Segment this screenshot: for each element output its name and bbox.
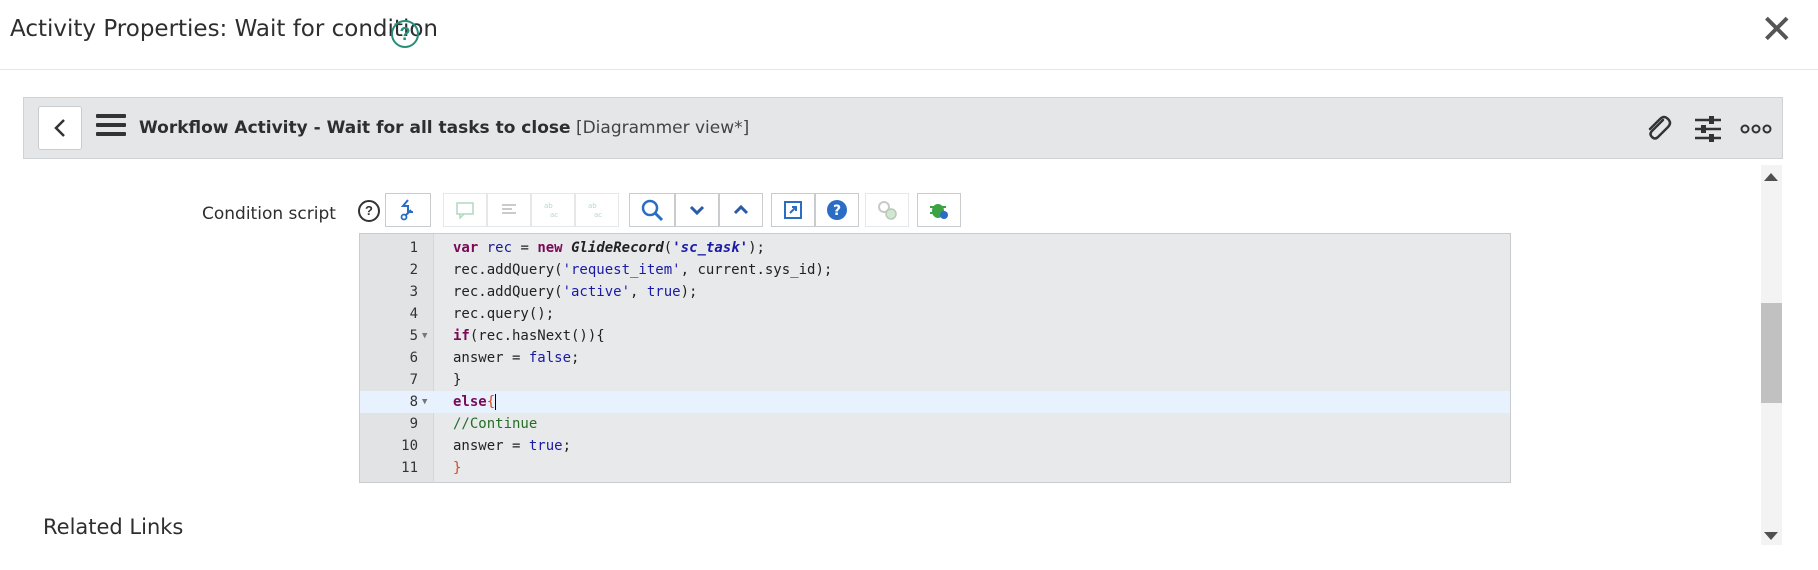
format-icon (502, 204, 516, 214)
fold-arrow-icon[interactable]: ▼ (422, 391, 427, 413)
hamburger-icon[interactable] (96, 114, 126, 142)
code-line[interactable]: 3 rec.addQuery('active', true); (360, 281, 1510, 303)
sliders-icon[interactable] (1691, 112, 1725, 146)
close-icon[interactable]: ✕ (1760, 10, 1794, 50)
svg-text:ab: ab (544, 202, 553, 210)
scroll-down-icon[interactable] (1764, 532, 1778, 540)
replace-button[interactable]: ab ac (531, 193, 575, 227)
code-line[interactable]: 6 answer = false; (360, 347, 1510, 369)
code-line[interactable]: 5 ▼ if(rec.hasNext()){ (360, 325, 1510, 347)
code-editor[interactable]: 1 var rec = new GlideRecord('sc_task'); … (359, 233, 1511, 483)
paperclip-icon[interactable] (1641, 112, 1675, 146)
code-line[interactable]: 1 var rec = new GlideRecord('sc_task'); (360, 237, 1510, 259)
back-button[interactable] (38, 106, 82, 150)
svg-text:?: ? (833, 203, 841, 219)
replace-icon: abac (544, 202, 558, 219)
text-cursor (495, 394, 497, 410)
script-debugger-button[interactable] (865, 193, 909, 227)
more-icon[interactable] (1739, 112, 1773, 146)
code-line[interactable]: 4 rec.query(); (360, 303, 1510, 325)
form-header-bar: Workflow Activity - Wait for all tasks t… (23, 97, 1783, 159)
view-label: [Diagrammer view*] (575, 118, 750, 138)
code-line[interactable]: 7 } (360, 369, 1510, 391)
expand-icon (784, 201, 802, 219)
toggle-syntax-editor-button[interactable] (385, 193, 431, 227)
code-line[interactable]: 11 } (360, 457, 1510, 479)
code-line-active[interactable]: 8 ▼ else{ (360, 391, 1510, 413)
check-syntax-button[interactable] (917, 193, 961, 227)
debug-icon (878, 201, 897, 220)
code-line[interactable]: 2 rec.addQuery('request_item', current.s… (360, 259, 1510, 281)
related-links-heading: Related Links (43, 515, 184, 539)
question-circle-icon[interactable]: ? (391, 20, 419, 48)
svg-text:ac: ac (550, 211, 558, 219)
fullscreen-button[interactable] (771, 193, 815, 227)
condition-script-label: Condition script (202, 204, 336, 224)
svg-text:ab: ab (588, 202, 597, 210)
comment-button[interactable] (443, 193, 487, 227)
code-line[interactable]: 10 answer = true; (360, 435, 1510, 457)
svg-text:ac: ac (594, 211, 602, 219)
form-title: Workflow Activity - Wait for all tasks t… (139, 118, 749, 138)
help-icon: ? (827, 200, 847, 220)
back-icon (54, 119, 65, 137)
scroll-up-icon[interactable] (1764, 173, 1778, 181)
code-line[interactable]: 9 //Continue (360, 413, 1510, 435)
chevron-up-icon (733, 204, 749, 215)
find-previous-button[interactable] (719, 193, 763, 227)
syntax-editor-icon (400, 199, 413, 221)
comment-icon (456, 202, 474, 219)
help-button[interactable]: ? (815, 193, 859, 227)
vertical-scrollbar[interactable] (1758, 165, 1784, 545)
replace-all-button[interactable]: ab ac (575, 193, 619, 227)
scrollbar-thumb[interactable] (1761, 303, 1782, 403)
search-button[interactable] (629, 193, 675, 227)
bug-icon (930, 204, 948, 219)
form-title-text: Workflow Activity - Wait for all tasks t… (139, 118, 571, 138)
field-help-icon[interactable]: ? (358, 200, 380, 222)
fold-arrow-icon[interactable]: ▼ (422, 325, 427, 347)
dialog-header: Activity Properties: Wait for condition … (0, 0, 1818, 70)
dialog-title: Activity Properties: Wait for condition (10, 16, 438, 42)
format-code-button[interactable] (487, 193, 531, 227)
replace-all-icon: abac (588, 202, 602, 219)
chevron-down-icon (689, 205, 705, 216)
search-icon (641, 199, 664, 222)
find-next-button[interactable] (675, 193, 719, 227)
